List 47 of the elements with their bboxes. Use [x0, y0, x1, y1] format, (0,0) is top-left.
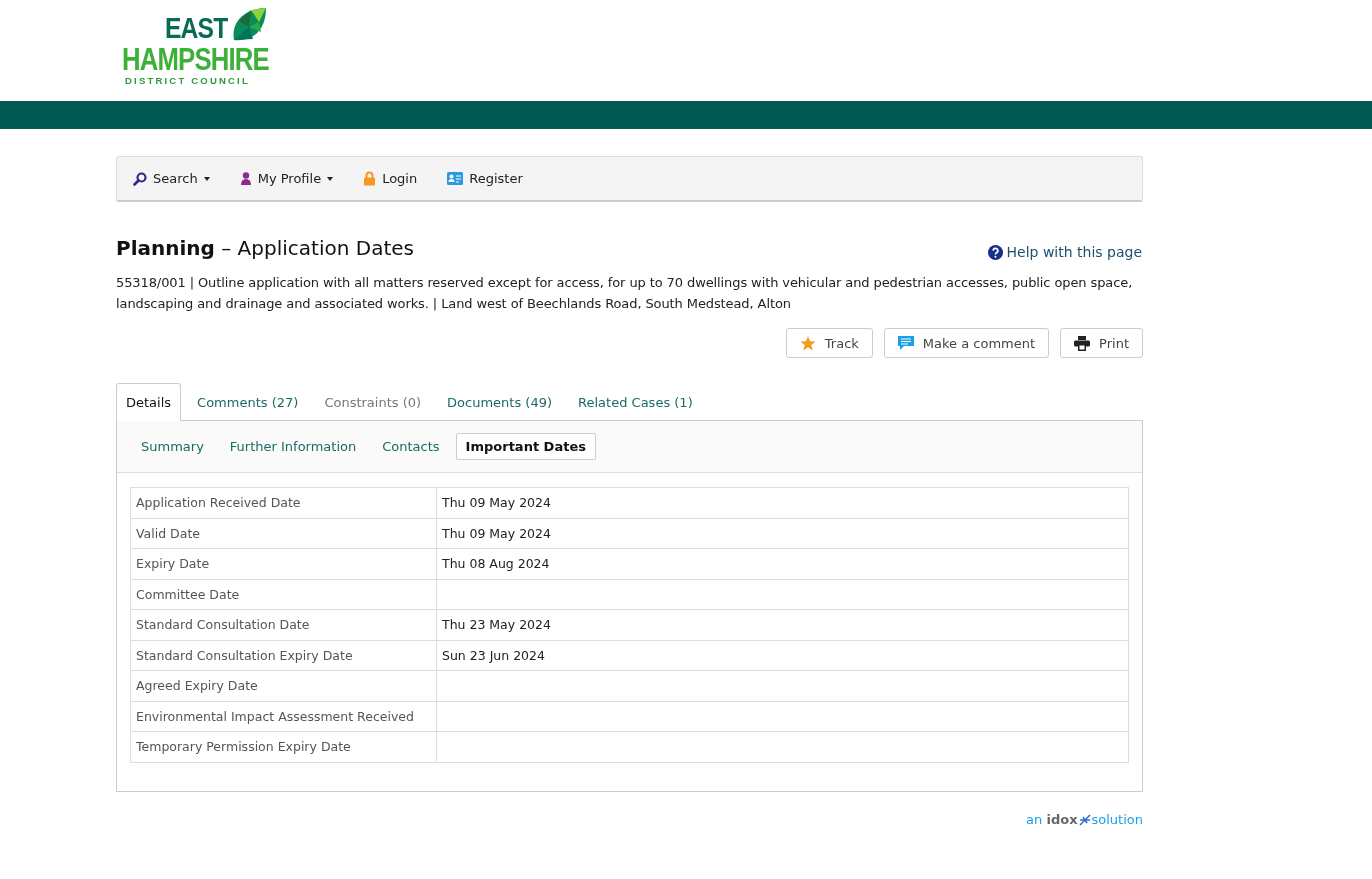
page-title: Planning – Application Dates	[116, 236, 414, 260]
date-value-cell: Thu 23 May 2024	[436, 609, 1129, 640]
logo-text: DISTRICT COUNCIL	[125, 76, 251, 86]
date-label-cell: Agreed Expiry Date	[130, 670, 437, 701]
comment-button[interactable]: Make a comment	[883, 328, 1050, 358]
track-button[interactable]: Track	[785, 328, 873, 358]
footer-logo-text: an idox solution	[1026, 811, 1143, 827]
tab[interactable]: Related Cases (1)	[568, 383, 703, 420]
caret-icon	[203, 176, 210, 181]
date-label-cell: Environmental Impact Assessment Received	[130, 701, 437, 732]
sub-tab[interactable]: Summary	[131, 433, 214, 460]
print-button[interactable]: Print	[1060, 328, 1143, 358]
date-label-cell: Standard Consultation Expiry Date	[130, 640, 437, 671]
application-description: 55318/001 | Outline application with all matters reserved except for access, for up to 70 dwellings with vehicular and pedestrian accesses, public open space, landscaping and drainage and associated works. | Land west of Beechlands Road, South Medstead, Alton	[116, 274, 1134, 313]
date-label-cell: Standard Consultation Date	[130, 609, 437, 640]
date-label-cell: Valid Date	[130, 518, 437, 549]
date-value-cell: Sun 23 Jun 2024	[436, 640, 1129, 671]
logo-text: HAMPSHIRE	[122, 44, 269, 75]
logo-text: EAST	[165, 14, 228, 43]
star-icon	[799, 335, 816, 351]
padlock-icon	[363, 171, 377, 186]
date-label-cell: Temporary Permission Expiry Date	[130, 731, 437, 762]
sub-tab[interactable]: Further Information	[219, 433, 367, 460]
search-icon	[133, 171, 147, 186]
person-icon	[239, 172, 252, 185]
nav-link[interactable]: Register	[447, 167, 523, 190]
speech-bubble-icon	[897, 335, 914, 351]
date-label-cell: Expiry Date	[130, 548, 437, 579]
caret-icon	[327, 176, 334, 181]
nav-link[interactable]: Search	[133, 167, 210, 190]
help-link[interactable]: Help with this page	[987, 244, 1142, 260]
sub-tab[interactable]: Important Dates	[455, 433, 596, 460]
date-value-cell: Thu 08 Aug 2024	[436, 548, 1129, 579]
tab[interactable]: Comments (27)	[187, 383, 309, 420]
nav-link[interactable]: My Profile	[239, 167, 334, 190]
id-card-icon	[447, 171, 464, 186]
help-icon	[987, 244, 1003, 260]
date-label-cell: Committee Date	[130, 579, 437, 610]
date-value-cell: Thu 09 May 2024	[436, 487, 1129, 518]
sparkle-logo-icon	[1077, 812, 1092, 827]
date-label-cell: Application Received Date	[130, 487, 437, 518]
date-value-cell: Thu 09 May 2024	[436, 518, 1129, 549]
tab[interactable]: Documents (49)	[437, 383, 563, 420]
tab[interactable]: Details	[116, 383, 182, 421]
printer-icon	[1074, 335, 1091, 351]
nav-link[interactable]: Login	[363, 167, 418, 190]
sub-tab[interactable]: Contacts	[372, 433, 450, 460]
